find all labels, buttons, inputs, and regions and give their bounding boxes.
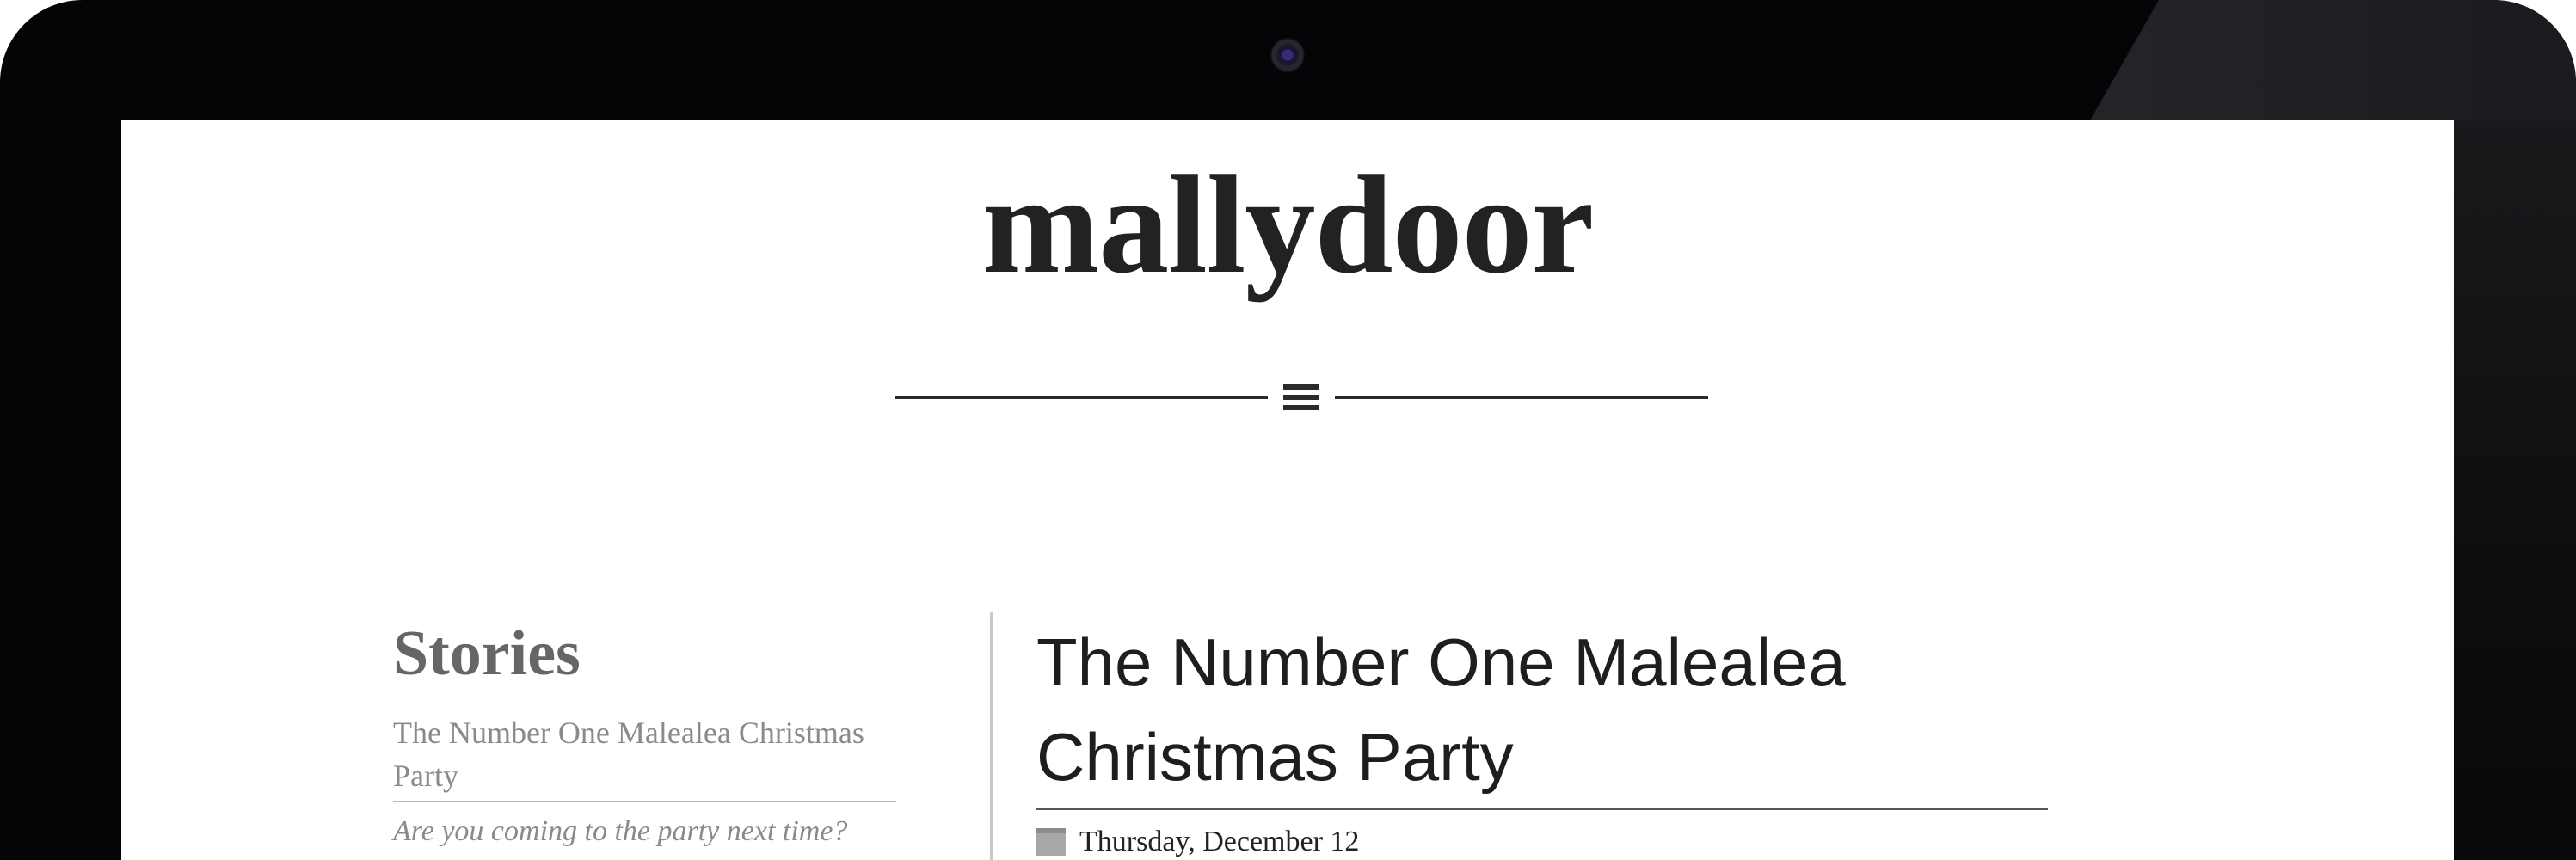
nav-divider-right	[1335, 396, 1708, 399]
device-frame: mallydoor Stories The Number One Maleale…	[0, 0, 2576, 860]
hamburger-menu-icon[interactable]	[1283, 383, 1319, 414]
sidebar-title: Stories	[393, 618, 581, 689]
menu-bar	[1283, 405, 1319, 410]
calendar-icon	[1036, 828, 1066, 856]
nav-divider-left	[895, 396, 1268, 399]
camera-icon	[1270, 38, 1305, 72]
story-tagline[interactable]: Are you coming to the party next time?	[393, 813, 896, 851]
article: The Number One Malealea Christmas Party …	[1036, 615, 2048, 858]
menu-bar	[1283, 395, 1319, 400]
article-meta: Thursday, December 12	[1036, 826, 2048, 858]
menu-bar	[1283, 384, 1319, 390]
bezel-reflection	[2090, 0, 2576, 120]
site-logo[interactable]: mallydoor	[121, 155, 2454, 296]
column-divider	[990, 612, 993, 860]
article-title: The Number One Malealea Christmas Party	[1036, 615, 2048, 810]
stories-sidebar: Stories The Number One Malealea Christma…	[393, 618, 896, 851]
story-link[interactable]: The Number One Malealea Christmas Party	[393, 711, 896, 803]
browser-viewport: mallydoor Stories The Number One Maleale…	[121, 120, 2454, 860]
bezel-side-reflection	[2454, 120, 2576, 860]
article-date: Thursday, December 12	[1079, 826, 1360, 857]
